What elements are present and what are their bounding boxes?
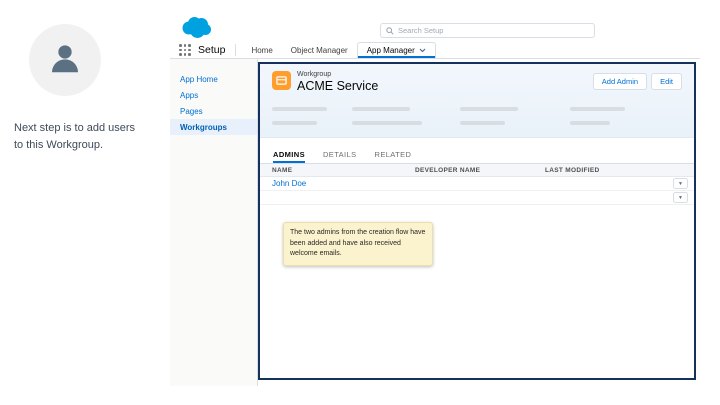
sidebar-item-app-home[interactable]: App Home <box>170 71 257 87</box>
skeleton-bar <box>460 107 518 111</box>
skeleton-bar <box>272 107 327 111</box>
skeleton-bar <box>352 107 410 111</box>
global-search[interactable] <box>380 23 595 38</box>
setup-nav-bar: Setup Home Object Manager App Manager <box>170 42 700 59</box>
record-actions: Add Admin Edit <box>593 73 682 90</box>
skeleton-row <box>272 107 682 111</box>
avatar <box>29 24 101 96</box>
person-icon <box>46 39 84 82</box>
skeleton-bar <box>570 121 610 125</box>
setup-app-name: Setup <box>198 44 225 56</box>
search-input[interactable] <box>398 26 589 35</box>
tab-details[interactable]: DETAILS <box>323 150 357 163</box>
skeleton-row <box>272 121 682 125</box>
sidebar-item-workgroups[interactable]: Workgroups <box>170 119 257 135</box>
detail-tabs: ADMINS DETAILS RELATED <box>260 148 694 164</box>
admins-table: NAME DEVELOPER NAME LAST MODIFIED John D… <box>260 164 694 205</box>
tab-object-manager[interactable]: Object Manager <box>282 42 357 58</box>
sidebar-item-apps[interactable]: Apps <box>170 87 257 103</box>
slide-caption: Next step is to add users to this Workgr… <box>14 120 136 154</box>
column-header-name: NAME <box>260 167 415 174</box>
tab-app-manager[interactable]: App Manager <box>357 42 436 58</box>
screenshot: Setup Home Object Manager App Manager Ap… <box>170 14 700 386</box>
add-admin-button[interactable]: Add Admin <box>593 73 647 90</box>
record-detail-skeleton <box>272 107 682 125</box>
skeleton-bar <box>272 121 317 125</box>
sidebar-item-pages[interactable]: Pages <box>170 103 257 119</box>
app-launcher-icon[interactable] <box>179 44 191 56</box>
record-name: ACME Service <box>297 79 593 93</box>
table-row: ▼ <box>260 191 694 205</box>
setup-body: App Home Apps Pages Workgroups Workgroup <box>170 59 700 386</box>
table-row: John Doe ▼ <box>260 177 694 191</box>
search-icon <box>386 22 394 40</box>
skeleton-bar <box>352 121 422 125</box>
callout-tooltip: The two admins from the creation flow ha… <box>283 222 433 266</box>
record-header: Workgroup ACME Service Add Admin Edit <box>272 71 682 93</box>
record-entity-label: Workgroup <box>297 71 593 78</box>
admin-name-cell: John Doe <box>260 179 415 188</box>
skeleton-bar <box>570 107 625 111</box>
record-link-john-doe[interactable]: John Doe <box>272 179 306 188</box>
workgroup-detail-panel: Workgroup ACME Service Add Admin Edit <box>258 62 696 380</box>
row-actions-button[interactable]: ▼ <box>673 178 688 189</box>
setup-sidebar: App Home Apps Pages Workgroups <box>170 59 258 386</box>
column-header-developer-name: DEVELOPER NAME <box>415 167 545 174</box>
row-actions-cell: ▼ <box>668 178 694 189</box>
table-header-row: NAME DEVELOPER NAME LAST MODIFIED <box>260 164 694 177</box>
row-actions-cell: ▼ <box>668 192 694 203</box>
record-highlight-panel: Workgroup ACME Service Add Admin Edit <box>260 64 694 138</box>
slide-left-panel: Next step is to add users to this Workgr… <box>0 0 170 405</box>
workgroup-icon <box>272 71 291 90</box>
tab-home[interactable]: Home <box>242 42 281 58</box>
tab-admins[interactable]: ADMINS <box>273 150 305 163</box>
chevron-down-icon <box>419 48 426 53</box>
global-header <box>170 14 700 42</box>
skeleton-bar <box>460 121 505 125</box>
row-actions-button[interactable]: ▼ <box>673 192 688 203</box>
tab-related[interactable]: RELATED <box>375 150 412 163</box>
edit-button[interactable]: Edit <box>651 73 682 90</box>
column-header-last-modified: LAST MODIFIED <box>545 167 668 174</box>
nav-divider <box>235 44 236 56</box>
record-titles: Workgroup ACME Service <box>297 71 593 93</box>
